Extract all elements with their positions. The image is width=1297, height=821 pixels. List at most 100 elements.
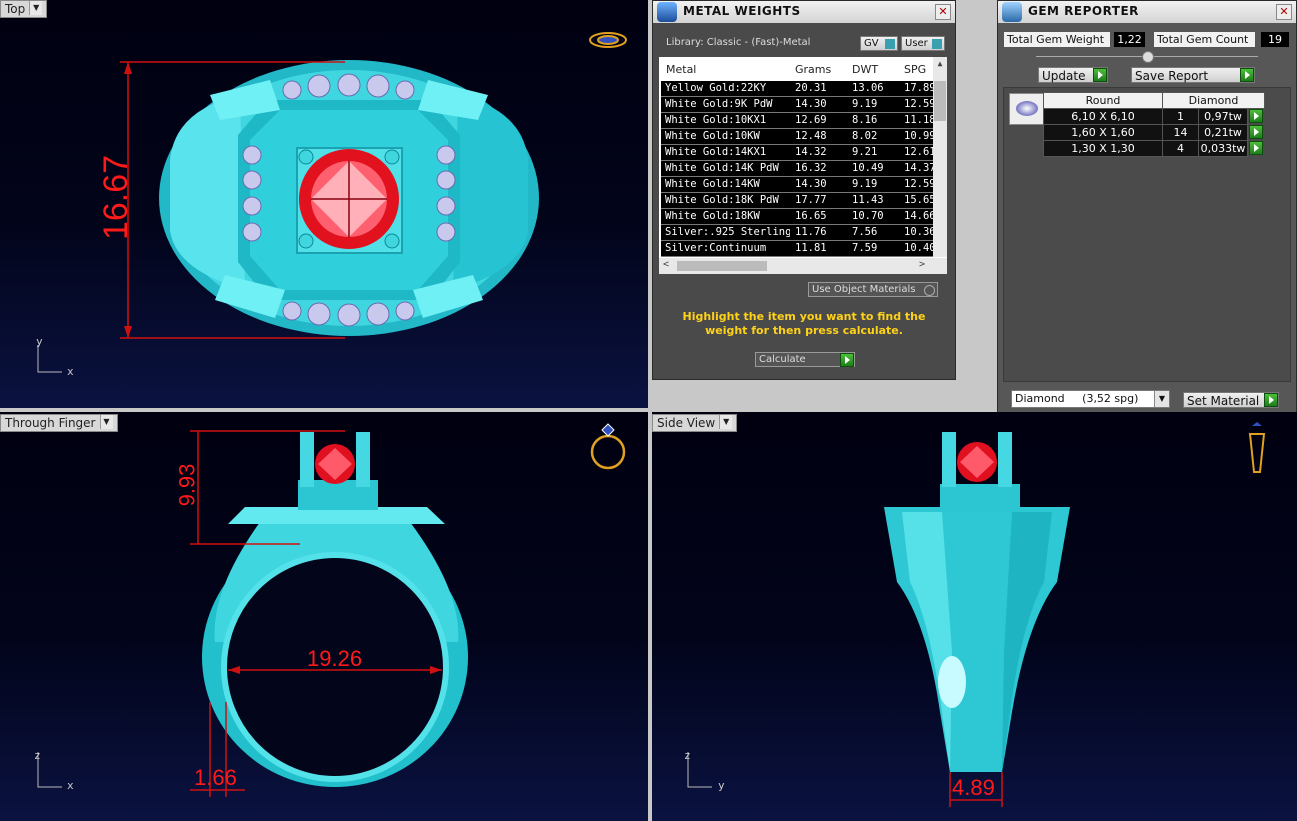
total-gem-weight-value: 1,22: [1113, 31, 1146, 48]
dimension-height-label: 9.93: [174, 463, 200, 507]
total-gem-weight-label: Total Gem Weight: [1003, 31, 1111, 48]
scroll-right-icon[interactable]: >: [919, 259, 925, 270]
dimension-thickness-label: 1.66: [194, 765, 237, 790]
table-cell: 14.32: [795, 146, 827, 158]
table-cell: 17.77: [795, 194, 827, 206]
viewport-label-top[interactable]: Top ▼: [0, 0, 48, 18]
slider-knob-icon[interactable]: [1142, 51, 1154, 63]
gem-reporter-icon: [1002, 2, 1022, 22]
table-cell: 8.16: [852, 114, 878, 126]
gem-count: 4: [1162, 140, 1199, 157]
metal-weights-titlebar[interactable]: METAL WEIGHTS ✕: [653, 1, 955, 23]
table-cell: 16.65: [795, 210, 827, 222]
table-header: Metal Grams DWT SPG: [661, 57, 933, 81]
table-cell: White Gold:10KX1: [665, 114, 767, 126]
chevron-down-icon[interactable]: ▼: [29, 1, 43, 15]
chevron-down-icon[interactable]: ▼: [719, 415, 733, 429]
gem-reporter-title: GEM REPORTER: [1028, 4, 1139, 18]
table-cell: White Gold:14KX1: [665, 146, 767, 158]
viewport-label-through-finger[interactable]: Through Finger ▼: [0, 414, 118, 432]
table-row[interactable]: Silver:.925 Sterling 11.76 7.56 10.36: [661, 225, 933, 241]
column-header-spg[interactable]: SPG: [904, 63, 926, 76]
gem-row-play-icon[interactable]: [1249, 125, 1263, 139]
ring-icon: [590, 423, 626, 470]
viewport-label-side-view[interactable]: Side View ▼: [652, 414, 738, 432]
close-icon[interactable]: ✕: [935, 4, 951, 20]
scroll-up-icon[interactable]: ▲: [933, 57, 947, 71]
total-gem-count-label: Total Gem Count: [1153, 31, 1256, 48]
table-cell: 10.36: [904, 226, 933, 238]
set-material-button[interactable]: Set Material: [1183, 392, 1279, 408]
play-icon: [1264, 393, 1278, 407]
column-header-grams[interactable]: Grams: [795, 63, 831, 76]
gem-material-header: Diamond: [1162, 92, 1265, 109]
ring-front-render: [37, 423, 626, 797]
gem-reporter-titlebar[interactable]: GEM REPORTER ✕: [998, 1, 1296, 23]
table-cell: 7.56: [852, 226, 878, 238]
scroll-left-icon[interactable]: <: [663, 259, 669, 270]
gem-row-play-icon[interactable]: [1249, 141, 1263, 155]
metal-weights-table[interactable]: Metal Grams DWT SPG Yellow Gold:22KY 20.3…: [659, 57, 947, 274]
table-cell: 7.59: [852, 242, 878, 254]
gem-weight: 0,033tw: [1198, 140, 1248, 157]
table-row[interactable]: White Gold:9K PdW 14.30 9.19 12.59: [661, 97, 933, 113]
table-row[interactable]: White Gold:18K PdW 17.77 11.43 15.65: [661, 193, 933, 209]
table-cell: 10.99: [904, 130, 933, 142]
gem-row-play-icon[interactable]: [1249, 109, 1263, 123]
user-toggle[interactable]: User: [901, 36, 945, 51]
table-cell: 11.18: [904, 114, 933, 126]
metal-weights-icon: [657, 2, 677, 22]
table-cell: White Gold:18KW: [665, 210, 760, 222]
table-cell: 17.89: [904, 82, 933, 94]
hint-text: Highlight the item you want to find the …: [682, 310, 926, 337]
table-row[interactable]: White Gold:14K PdW 16.32 10.49 14.37: [661, 161, 933, 177]
play-icon: [840, 353, 854, 367]
table-cell: White Gold:10KW: [665, 130, 760, 142]
vertical-scrollbar[interactable]: ▲: [933, 57, 947, 257]
viewport-side-view[interactable]: Side View ▼ 4.89 z y: [652, 412, 1297, 821]
use-object-materials-checkbox[interactable]: Use Object Materials: [808, 282, 938, 297]
axis-z-label: z: [34, 749, 41, 762]
viewport-top[interactable]: Top ▼ 16.67 y x: [0, 0, 648, 408]
viewport-through-finger[interactable]: Through Finger ▼ 9.93 19.26 1.66 z x: [0, 412, 648, 821]
scroll-thumb-horizontal[interactable]: [677, 261, 767, 271]
horizontal-scrollbar[interactable]: < >: [659, 258, 947, 274]
column-header-dwt[interactable]: DWT: [852, 63, 878, 76]
save-report-button[interactable]: Save Report: [1131, 67, 1255, 83]
material-select[interactable]: Diamond (3,52 spg) ▼: [1011, 390, 1170, 408]
table-cell: 14.66: [904, 210, 933, 222]
table-cell: 12.59: [904, 98, 933, 110]
axis-y-label: y: [36, 335, 43, 348]
axis-x-label: x: [67, 779, 74, 792]
info-icon: [885, 39, 895, 49]
table-row[interactable]: Silver:Continuum 11.81 7.59 10.40: [661, 241, 933, 257]
table-cell: 13.06: [852, 82, 884, 94]
table-row[interactable]: White Gold:10KW 12.48 8.02 10.99: [661, 129, 933, 145]
dimension-label: 16.67: [97, 154, 136, 241]
ring-side-icon: [1248, 422, 1266, 473]
table-row[interactable]: White Gold:10KX1 12.69 8.16 11.18: [661, 113, 933, 129]
gem-weight: 0,97tw: [1198, 108, 1248, 125]
table-cell: 10.70: [852, 210, 884, 222]
table-cell: 16.32: [795, 162, 827, 174]
table-cell: 9.19: [852, 178, 878, 190]
gv-toggle[interactable]: GV: [860, 36, 898, 51]
scroll-thumb[interactable]: [934, 81, 946, 121]
close-icon[interactable]: ✕: [1276, 4, 1292, 20]
table-row[interactable]: Yellow Gold:22KY 20.31 13.06 17.89: [661, 81, 933, 97]
play-icon: [1240, 68, 1254, 82]
table-cell: 12.61: [904, 146, 933, 158]
update-button[interactable]: Update: [1038, 67, 1108, 83]
table-cell: Silver:Continuum: [665, 242, 767, 254]
column-header-metal[interactable]: Metal: [666, 63, 696, 76]
chevron-down-icon[interactable]: ▼: [1154, 391, 1169, 407]
calculate-button[interactable]: Calculate: [755, 352, 855, 367]
library-label: Library: Classic - (Fast)-Metal: [666, 37, 811, 48]
table-cell: 14.30: [795, 98, 827, 110]
table-row[interactable]: White Gold:14KX1 14.32 9.21 12.61: [661, 145, 933, 161]
table-cell: 12.69: [795, 114, 827, 126]
table-cell: 10.49: [852, 162, 884, 174]
table-row[interactable]: White Gold:18KW 16.65 10.70 14.66: [661, 209, 933, 225]
table-row[interactable]: White Gold:14KW 14.30 9.19 12.59: [661, 177, 933, 193]
chevron-down-icon[interactable]: ▼: [99, 415, 113, 429]
